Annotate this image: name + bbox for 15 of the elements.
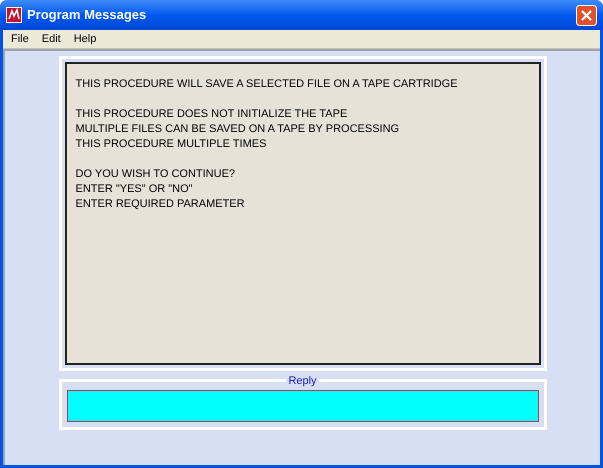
message-line: ENTER "YES" OR "NO" xyxy=(76,182,194,197)
menu-item[interactable]: Edit xyxy=(40,30,63,48)
message-line: THIS PROCEDURE DOES NOT INITIALIZE THE TAPE xyxy=(76,107,348,122)
message-line: THIS PROCEDURE WILL SAVE A SELECTED FILE ON A TAPE CARTRIDGE xyxy=(76,77,459,92)
menu-item[interactable]: File xyxy=(9,30,31,48)
app-icon xyxy=(6,7,22,23)
window-title: Program Messages xyxy=(27,6,148,24)
message-line: DO YOU WISH TO CONTINUE? xyxy=(76,167,236,182)
close-icon[interactable] xyxy=(576,4,597,26)
menu-item[interactable]: Help xyxy=(72,30,98,48)
message-line: THIS PROCEDURE MULTIPLE TIMES xyxy=(76,137,268,152)
reply-field[interactable] xyxy=(66,390,538,422)
message-line: MULTIPLE FILES CAN BE SAVED ON A TAPE BY PROCESSING xyxy=(76,122,400,137)
message-line: ENTER REQUIRED PARAMETER xyxy=(76,197,246,212)
reply-label: Reply xyxy=(286,376,319,387)
